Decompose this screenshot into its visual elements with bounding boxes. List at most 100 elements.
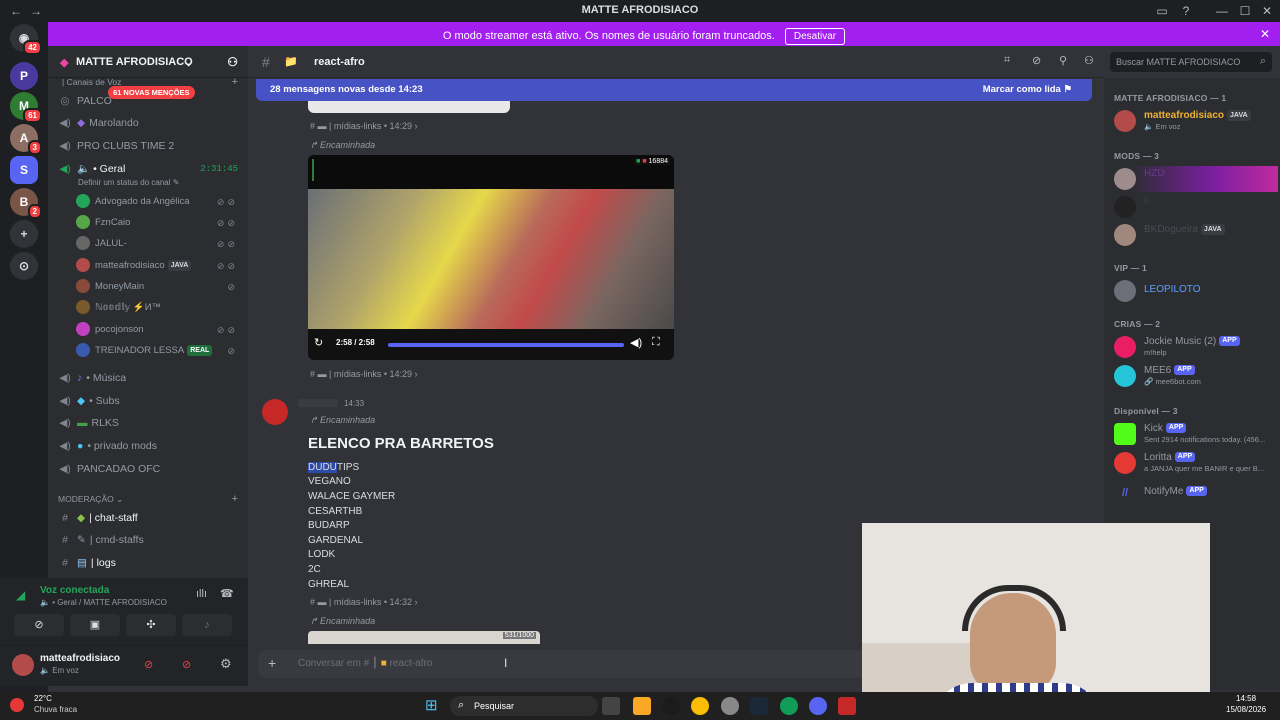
threads-icon[interactable]: ⌗	[1004, 54, 1010, 67]
disable-streamer-button[interactable]: Desativar	[784, 28, 846, 45]
add-channel-icon[interactable]: +	[232, 493, 238, 505]
member-list-icon[interactable]: ⚇	[1084, 54, 1094, 67]
taskbar-search[interactable]: ⌕ Pesquisar	[450, 696, 598, 716]
member-item[interactable]: MEE6 APP 🔗 mee6bot.com	[1114, 363, 1278, 389]
voice-user[interactable]: TREINADOR LESSA REAL ⊘	[76, 341, 242, 361]
video-progress-bar[interactable]	[388, 343, 624, 347]
chrome-icon[interactable]	[691, 697, 709, 715]
home-button[interactable]: ◉ 42	[10, 24, 42, 55]
channel-privado[interactable]: ◀) ● • privado mods	[56, 436, 242, 456]
guild-s[interactable]: S	[10, 156, 38, 184]
mark-read-button[interactable]: Marcar como lida ⚑	[983, 84, 1072, 95]
camera-off-button[interactable]: ⊘	[14, 614, 64, 636]
video-player[interactable]: ■ ■ 16884 ↻ 2:58 / 2:58 ◀) ⛶	[308, 155, 674, 360]
close-window-icon[interactable]: ✕	[1259, 3, 1275, 19]
clock-time[interactable]: 14:58	[1236, 694, 1256, 703]
voice-user[interactable]: pocojonson ⊘⊘	[76, 320, 242, 340]
mod-category[interactable]: MODERAÇÃO ⌄	[58, 489, 244, 509]
edge-icon[interactable]	[780, 697, 798, 715]
maximize-icon[interactable]: ☐	[1237, 3, 1253, 19]
member-item[interactable]: // NotifyMe APP	[1114, 480, 1278, 506]
forward-source[interactable]: # ▬ | mídias-links • 14:29 ›	[310, 121, 418, 131]
channel-rlks[interactable]: ◀) ▬ RLKS	[56, 413, 242, 433]
search-input[interactable]: Buscar MATTE AFRODISIACO ⌕	[1110, 52, 1272, 72]
replay-icon[interactable]: ↻	[314, 336, 323, 349]
close-banner-icon[interactable]: ✕	[1260, 27, 1270, 41]
image-attachment[interactable]: 531/1000	[308, 631, 540, 644]
guild-avatar-2[interactable]: B2	[10, 188, 42, 219]
add-channel-icon[interactable]: +	[232, 76, 238, 88]
speaker-icon: ◀)	[59, 463, 71, 475]
notification-mute-icon[interactable]: ⊘	[1032, 54, 1041, 67]
guild-avatar[interactable]: A3	[10, 124, 42, 155]
settings-gear-icon[interactable]: ⚙	[220, 656, 232, 672]
add-server-icon[interactable]: +	[10, 220, 38, 248]
pin-icon[interactable]: ⚲	[1059, 54, 1067, 67]
forward-source[interactable]: # ▬ | mídias-links • 14:29 ›	[310, 369, 418, 379]
new-messages-bar[interactable]: 28 mensagens novas desde 14:23 Marcar co…	[256, 79, 1092, 101]
muted-icons: ⊘	[227, 282, 238, 292]
file-explorer-icon[interactable]	[633, 697, 651, 715]
voice-location[interactable]: 🔈 • Geral / MATTE AFRODISIACO	[40, 598, 167, 607]
image-attachment-cut[interactable]	[308, 101, 510, 113]
channel-logs[interactable]: # ▤ | logs	[56, 553, 242, 573]
channel-pro-clubs[interactable]: ◀) PRO CLUBS TIME 2	[56, 136, 242, 156]
channel-geral[interactable]: ◀) 🔈 • Geral 2:31:45	[56, 159, 242, 179]
fullscreen-icon[interactable]: ⛶	[652, 336, 660, 349]
member-item[interactable]: Kick APP Sent 2914 notifications today. (4…	[1114, 421, 1278, 447]
emoji-icon: ◆	[77, 512, 86, 524]
voice-status[interactable]: Voz conectada	[40, 585, 109, 596]
mentions-badge[interactable]: 61 NOVAS MENÇÕES	[108, 86, 195, 99]
member-item[interactable]: BKDogueira JAVA	[1114, 222, 1278, 248]
channel-status[interactable]: Definir um status do canal ✎	[78, 178, 179, 187]
channel-chat-staff[interactable]: # ◆ | chat-staff	[56, 508, 242, 528]
channel-pancadao[interactable]: ◀) PANCADAO OFC	[56, 459, 242, 479]
obs-icon[interactable]	[662, 697, 680, 715]
volume-icon[interactable]: ◀)	[630, 336, 642, 349]
forward-source[interactable]: # ▬ | mídias-links • 14:32 ›	[310, 597, 418, 607]
voice-user[interactable]: MoneyMain ⊘	[76, 277, 242, 297]
member-item[interactable]: LEOPILOTO	[1114, 278, 1278, 304]
windows-start-icon[interactable]: ⊞	[425, 696, 438, 714]
voice-user[interactable]: FznCaio ⊘⊘	[76, 213, 242, 233]
minimize-icon[interactable]: —	[1214, 3, 1230, 19]
explore-icon[interactable]: ⊙	[10, 252, 38, 280]
activities-button[interactable]: ✣	[126, 614, 176, 636]
help-icon[interactable]: ?	[1178, 3, 1194, 19]
channel-cmd-staffs[interactable]: # ✎ | cmd-staffs	[56, 530, 242, 550]
server-header[interactable]: ◆ MATTE AFRODISIACO ⌄ ⚇	[48, 46, 248, 78]
channel-subs[interactable]: ◀) ◆ • Subs	[56, 391, 242, 411]
guild-pro-clubs[interactable]: P	[10, 62, 38, 90]
disconnect-icon[interactable]: ☎	[220, 587, 234, 600]
member-item[interactable]: Loritta APP a JANJA quer me BANIR e quer B…	[1114, 450, 1278, 476]
avatar[interactable]	[262, 399, 288, 425]
app-icon[interactable]	[838, 697, 856, 715]
steam-icon[interactable]	[750, 697, 768, 715]
screen-share-button[interactable]: ▣	[70, 614, 120, 636]
inbox-icon[interactable]: ▭	[1154, 3, 1170, 19]
noise-suppression-icon[interactable]: ıllı	[196, 588, 207, 600]
invite-icon[interactable]: ⚇	[227, 55, 238, 69]
settings-app-icon[interactable]	[721, 697, 739, 715]
voice-user[interactable]: ℕ𝕠𝕠𝕕𝕝𝕪 ⚡И™	[76, 298, 242, 318]
add-attachment-icon[interactable]: +	[268, 655, 276, 671]
task-view-icon[interactable]	[602, 697, 620, 715]
voice-user[interactable]: Advogado da Angélica ⊘⊘	[76, 192, 242, 212]
voice-user[interactable]: JALUL- ⊘⊘	[76, 234, 242, 254]
channel-marolando[interactable]: ◀) ◆ Marolando	[56, 113, 242, 133]
avatar[interactable]	[12, 654, 34, 676]
channel-musica[interactable]: ◀) ♪ • Música	[56, 368, 242, 388]
headset-muted-icon[interactable]: ⊘	[182, 658, 191, 671]
member-item[interactable]: HZD	[1114, 166, 1278, 192]
soundboard-button[interactable]: ♪	[182, 614, 232, 636]
author-name-redacted[interactable]	[298, 399, 338, 407]
member-item[interactable]: K	[1114, 194, 1278, 220]
member-item[interactable]: Jockie Music (2) APP m!help	[1114, 334, 1278, 360]
discord-taskbar-icon[interactable]	[809, 697, 827, 715]
guild-matte[interactable]: M 61	[10, 92, 42, 123]
voice-user[interactable]: matteafrodisiaco JAVA ⊘⊘	[76, 256, 242, 276]
mic-muted-icon[interactable]: ⊘	[144, 658, 153, 671]
weather-temp[interactable]: 22°C	[34, 694, 52, 703]
member-item[interactable]: matteafrodisiaco JAVA 🔈 Em voz	[1114, 108, 1278, 134]
guild-badge: 2	[27, 204, 42, 219]
